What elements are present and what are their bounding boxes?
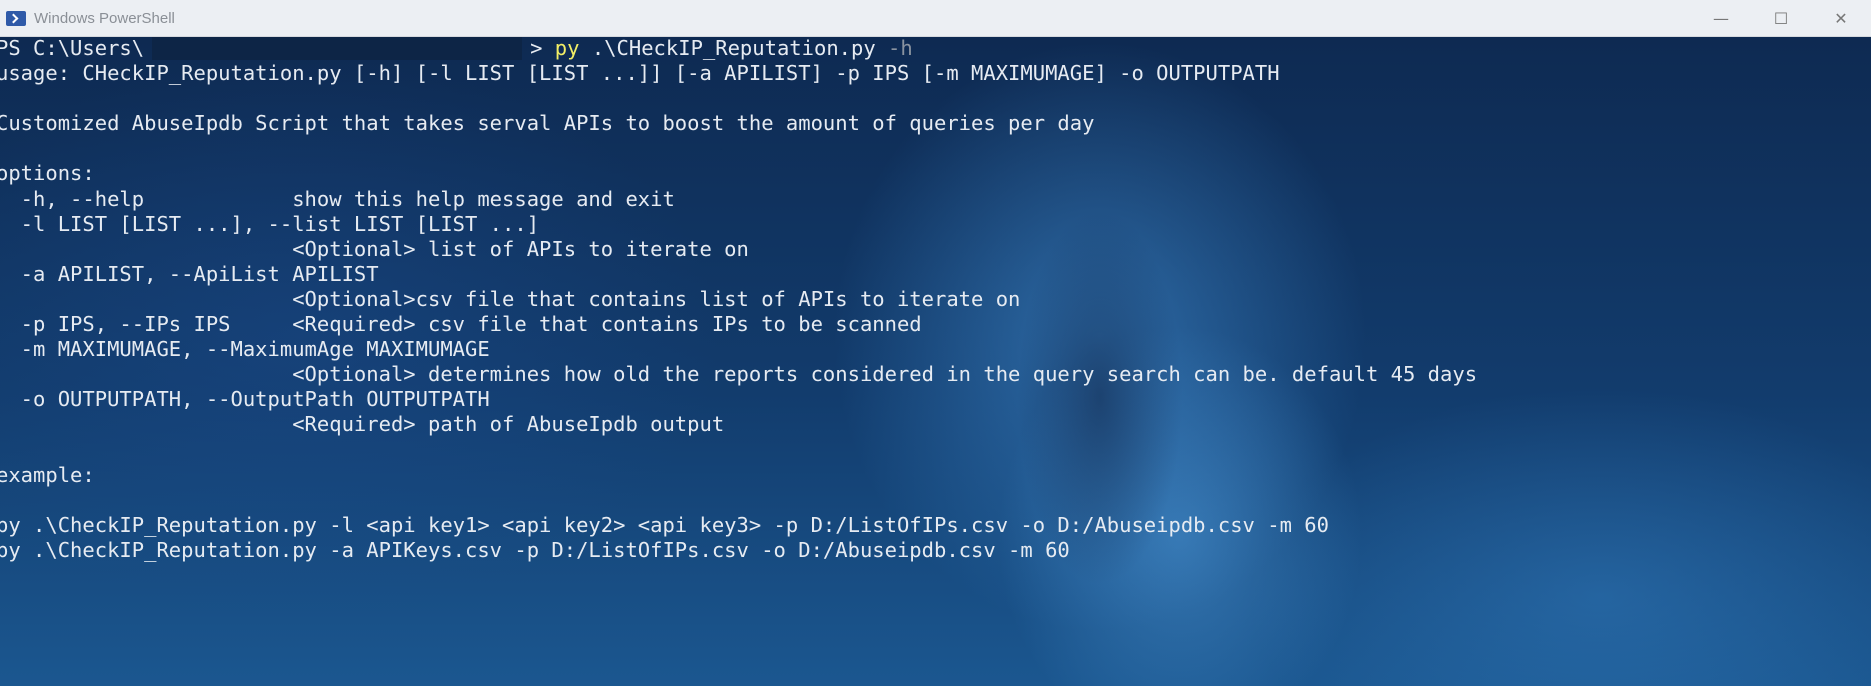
option-apilist: -a APILIST, --ApiList APILIST — [0, 261, 379, 286]
prompt-path: PS C:\Users\ — [0, 37, 145, 60]
example-line-1: py .\CheckIP_Reputation.py -l <api key1>… — [0, 512, 1329, 537]
option-list-desc: <Optional> list of APIs to iterate on — [0, 236, 749, 261]
option-ips: -p IPS, --IPs IPS <Required> csv file th… — [0, 312, 922, 337]
prompt-script: .\CHeckIP_Reputation.py — [579, 37, 889, 60]
prompt-command: py — [554, 37, 580, 60]
minimize-button[interactable]: — — [1691, 0, 1751, 37]
title-bar[interactable]: Windows PowerShell — ☐ ✕ — [0, 0, 1871, 37]
example-line-2: py .\CheckIP_Reputation.py -a APIKeys.cs… — [0, 537, 1070, 562]
terminal-output: PS C:\Users\ > py .\CHeckIP_Reputation.py… — [0, 37, 1477, 563]
option-help: -h, --help show this help message and ex… — [0, 186, 675, 211]
description-line: Customized AbuseIpdb Script that takes s… — [0, 111, 1095, 136]
redacted-username — [152, 37, 523, 60]
option-apilist-desc: <Optional>csv file that contains list of… — [0, 286, 1021, 311]
options-header: options: — [0, 161, 95, 186]
close-button[interactable]: ✕ — [1811, 0, 1871, 37]
powershell-window: Windows PowerShell — ☐ ✕ PS C:\Users\ > p… — [0, 0, 1871, 686]
prompt-line: PS C:\Users\ > py .\CHeckIP_Reputation.py… — [0, 37, 1477, 61]
option-maxage: -m MAXIMUMAGE, --MaximumAge MAXIMUMAGE — [0, 337, 490, 362]
example-header: example: — [0, 462, 95, 487]
option-list: -l LIST [LIST ...], --list LIST [LIST ..… — [0, 211, 540, 236]
terminal-area[interactable]: PS C:\Users\ > py .\CHeckIP_Reputation.py… — [0, 37, 1871, 686]
powershell-icon — [6, 10, 26, 26]
prompt-flag: -h — [888, 37, 913, 60]
usage-line: usage: CHeckIP_Reputation.py [-h] [-l LI… — [0, 61, 1280, 86]
option-output: -o OUTPUTPATH, --OutputPath OUTPUTPATH — [0, 387, 490, 412]
window-title: Windows PowerShell — [34, 9, 175, 27]
prompt-suffix: > — [530, 37, 555, 60]
option-output-desc: <Required> path of AbuseIpdb output — [0, 412, 725, 437]
option-maxage-desc: <Optional> determines how old the report… — [0, 362, 1478, 387]
maximize-button[interactable]: ☐ — [1751, 0, 1811, 37]
